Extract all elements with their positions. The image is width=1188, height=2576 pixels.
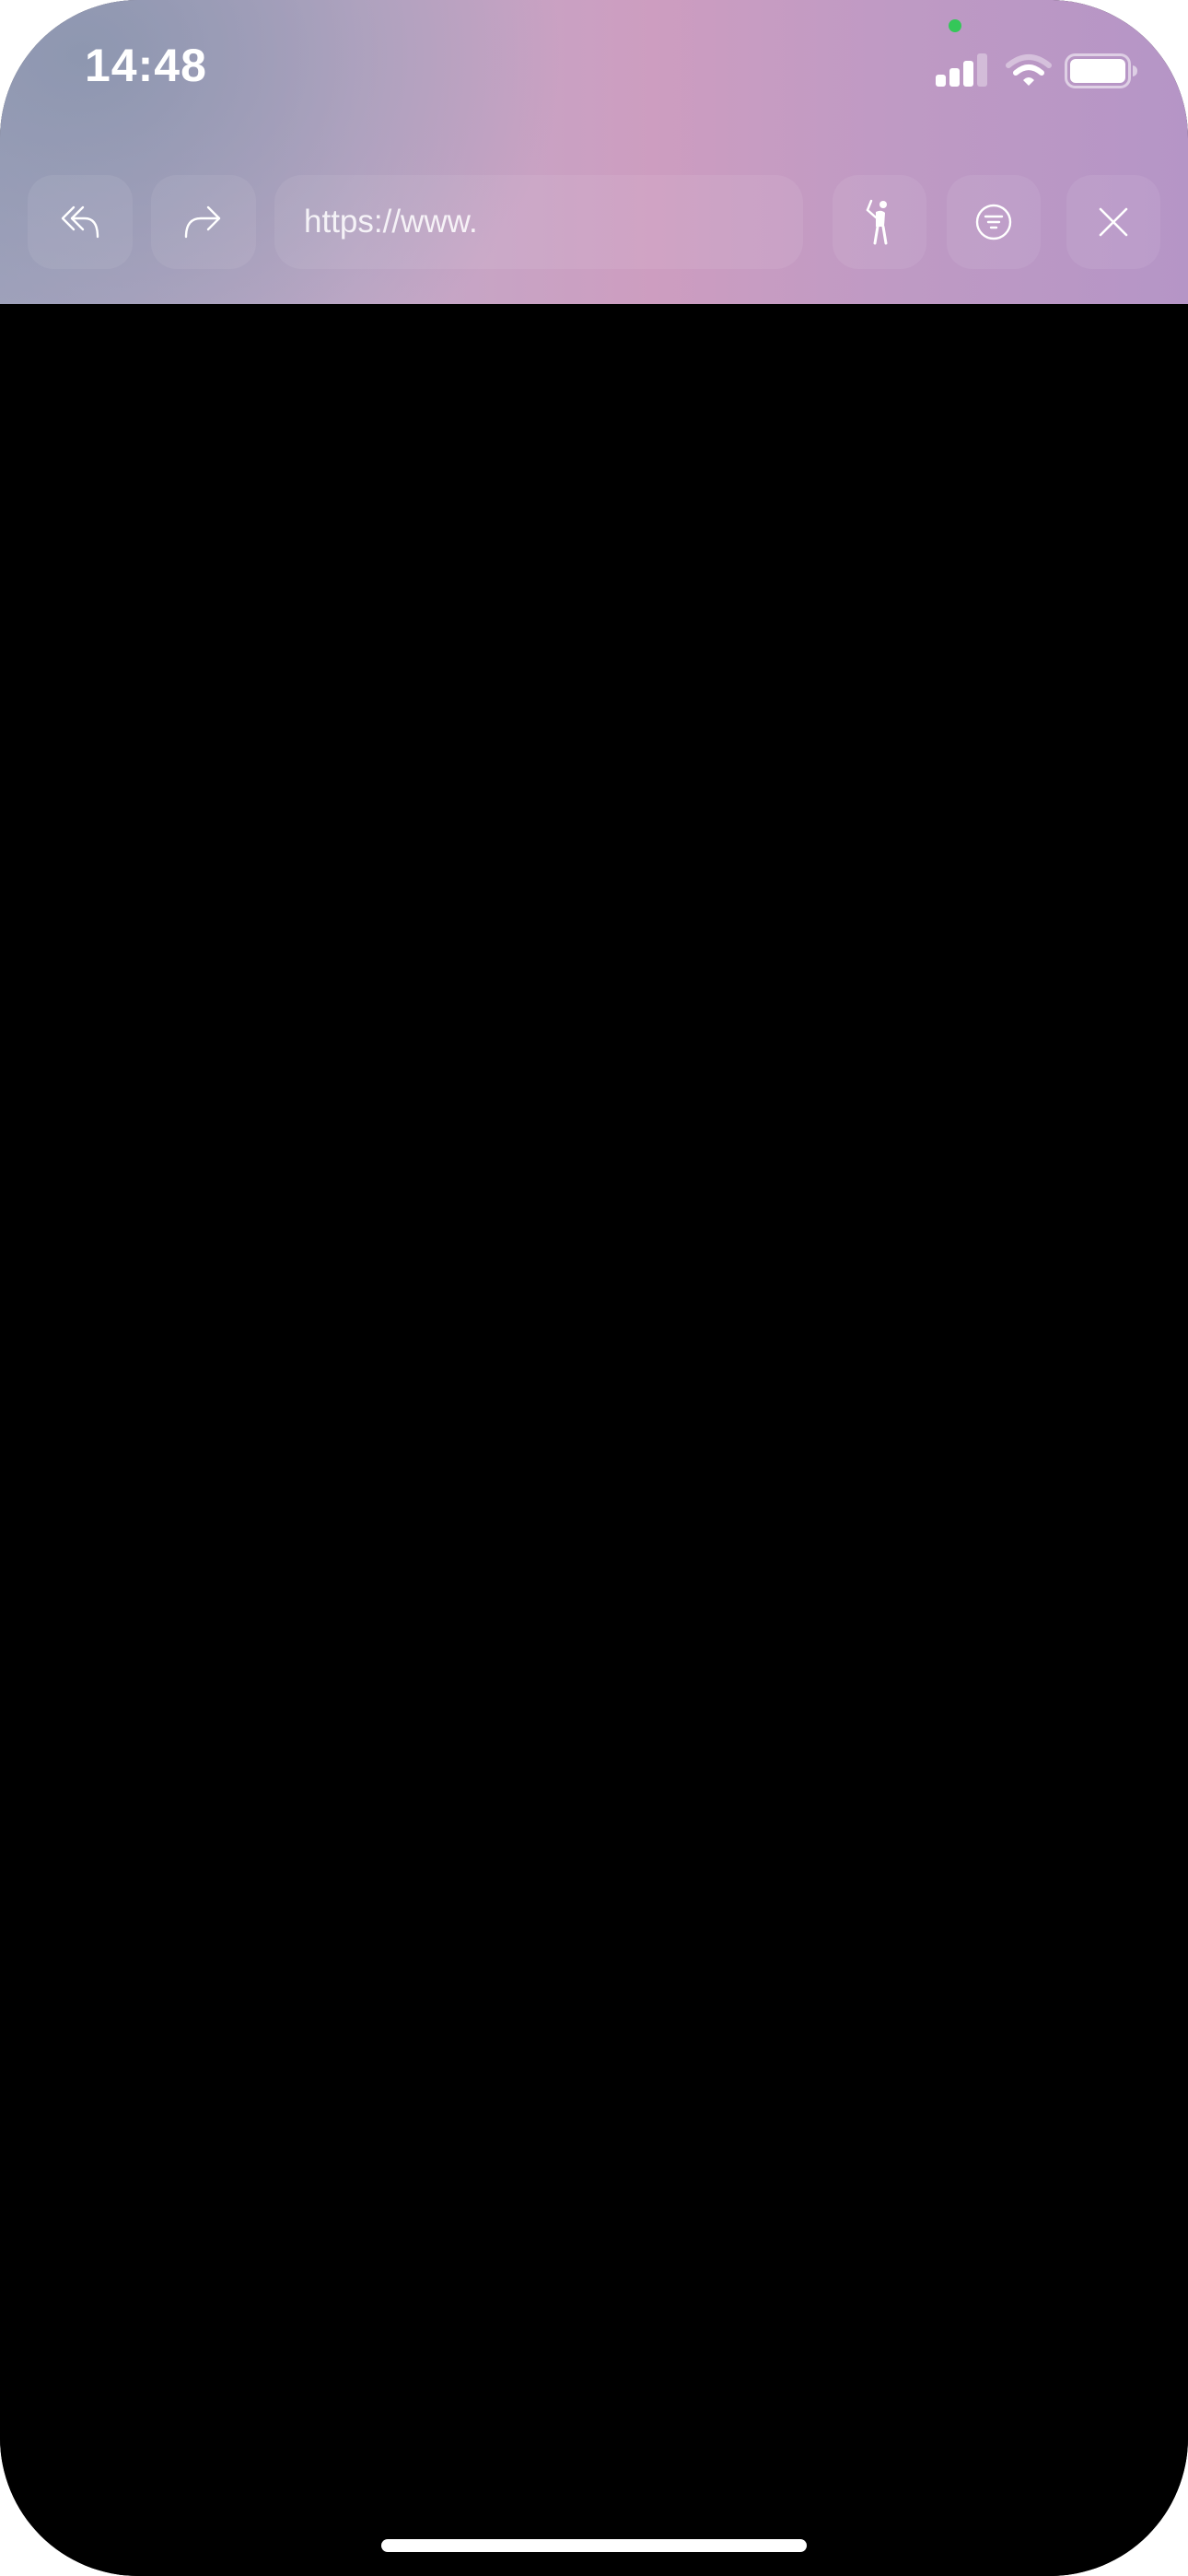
wifi-icon: [1006, 53, 1052, 88]
close-icon: [1099, 207, 1128, 237]
url-text: https://www.: [304, 204, 478, 240]
reply-arrow-icon: [61, 205, 99, 239]
web-content-area[interactable]: [0, 304, 1188, 2576]
home-indicator[interactable]: [381, 2539, 807, 2552]
character-button[interactable]: [833, 175, 926, 269]
filter-button[interactable]: [947, 175, 1041, 269]
back-button[interactable]: [28, 175, 133, 269]
status-time: 14:48: [85, 40, 207, 91]
battery-icon: [1065, 53, 1138, 88]
forward-button[interactable]: [151, 175, 256, 269]
filter-menu-icon: [975, 204, 1012, 240]
cellular-signal-icon: [936, 53, 989, 87]
camera-indicator-dot: [949, 19, 961, 32]
walking-figure-icon: [866, 199, 888, 245]
close-button[interactable]: [1066, 175, 1160, 269]
phone-screen: 14:48 https://www.: [0, 0, 1188, 2576]
browser-header: 14:48 https://www.: [0, 0, 1188, 304]
forward-arrow-icon: [184, 205, 221, 239]
url-bar[interactable]: https://www.: [274, 175, 803, 269]
